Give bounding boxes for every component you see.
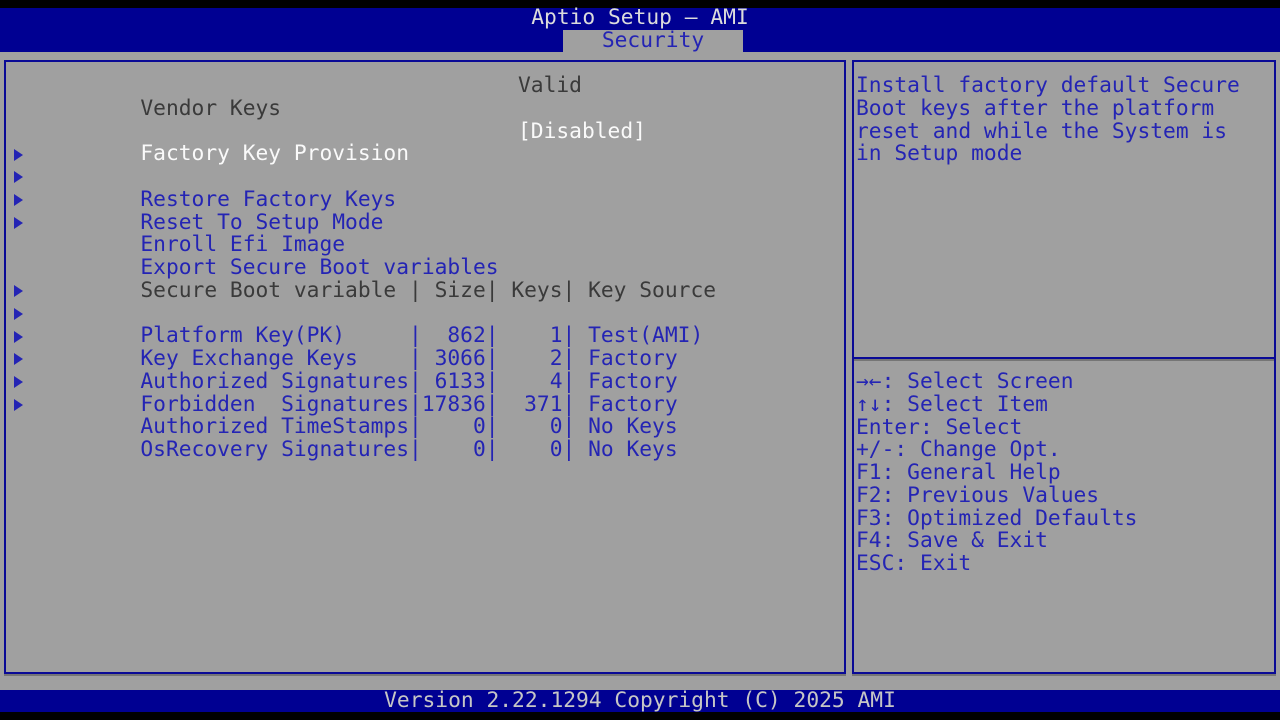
cell-variable: OsRecovery Signatures — [140, 439, 409, 462]
cell-variable: Authorized TimeStamps — [140, 416, 409, 439]
action-restore-factory-keys[interactable]: Restore Factory Keys — [6, 143, 844, 166]
hotkey-select-item: ↑↓: Select Item — [856, 394, 1272, 417]
hotkey-f1-general-help: F1: General Help — [856, 462, 1272, 485]
cell-source: No Keys — [575, 416, 677, 439]
cell-size: 0 — [422, 439, 486, 462]
help-panel-divider — [854, 357, 1274, 359]
submenu-arrow-icon — [14, 331, 23, 343]
submenu-arrow-icon — [14, 353, 23, 365]
vendor-keys-value: Valid — [518, 75, 582, 98]
cell-size: 0 — [422, 416, 486, 439]
pipe-separator: | — [409, 414, 422, 439]
table-header-row: Secure Boot variable|Size|Keys|Key Sourc… — [6, 257, 844, 280]
tab-security[interactable]: Security — [563, 30, 743, 52]
submenu-arrow-icon — [14, 217, 23, 229]
options-panel: Vendor Keys Valid Factory Key Provision … — [4, 60, 846, 674]
version-text: Version 2.22.1294 Copyright (C) 2025 AMI — [384, 688, 896, 713]
version-bar: Version 2.22.1294 Copyright (C) 2025 AMI — [0, 690, 1280, 712]
item-help-text: Install factory default Secure Boot keys… — [856, 75, 1272, 166]
submenu-arrow-icon — [14, 194, 23, 206]
submenu-arrow-icon — [14, 308, 23, 320]
blank-line — [6, 234, 844, 257]
submenu-arrow-icon — [14, 149, 23, 161]
vendor-keys-row: Vendor Keys Valid — [6, 75, 844, 98]
action-reset-to-setup-mode[interactable]: Reset To Setup Mode — [6, 166, 844, 189]
submenu-arrow-icon — [14, 171, 23, 183]
cell-keys: 0 — [499, 439, 563, 462]
action-export-secure-boot-variables[interactable]: Export Secure Boot variables — [6, 212, 844, 235]
table-row-authorized-timestamps[interactable]: Authorized TimeStamps|0|0|No Keys — [6, 371, 844, 394]
action-enroll-efi-image[interactable]: Enroll Efi Image — [6, 189, 844, 212]
bottom-black-strip — [0, 712, 1280, 720]
hotkey-change-opt: +/-: Change Opt. — [856, 439, 1272, 462]
pipe-separator: | — [563, 414, 576, 439]
table-row-platform-key[interactable]: Platform Key(PK)|862|1|Test(AMI) — [6, 280, 844, 303]
hotkey-enter-select: Enter: Select — [856, 417, 1272, 440]
hotkey-select-screen: →←: Select Screen — [856, 371, 1272, 394]
submenu-arrow-icon — [14, 399, 23, 411]
hotkey-esc-exit: ESC: Exit — [856, 553, 1272, 576]
hotkey-f2-previous-values: F2: Previous Values — [856, 485, 1272, 508]
option-factory-key-provision[interactable]: Factory Key Provision [Disabled] — [6, 121, 844, 144]
pipe-separator: | — [409, 437, 422, 462]
pipe-separator: | — [486, 437, 499, 462]
screen-background: Vendor Keys Valid Factory Key Provision … — [0, 52, 1280, 690]
table-row-osrecovery-signatures[interactable]: OsRecovery Signatures|0|0|No Keys — [6, 394, 844, 417]
options-list: Vendor Keys Valid Factory Key Provision … — [6, 75, 844, 416]
titlebar: Aptio Setup – AMI Security — [0, 8, 1280, 52]
submenu-arrow-icon — [14, 376, 23, 388]
setup-title: Aptio Setup – AMI — [0, 7, 1280, 30]
blank-line — [6, 98, 844, 121]
option-value[interactable]: [Disabled] — [518, 121, 646, 144]
cell-keys: 0 — [499, 416, 563, 439]
table-row-authorized-signatures[interactable]: Authorized Signatures|6133|4|Factory — [6, 325, 844, 348]
hotkey-legend: →←: Select Screen ↑↓: Select Item Enter:… — [856, 371, 1272, 576]
hotkey-f3-optimized-defaults: F3: Optimized Defaults — [856, 508, 1272, 531]
help-panel: Install factory default Secure Boot keys… — [852, 60, 1276, 674]
pipe-separator: | — [486, 414, 499, 439]
table-row-key-exchange-keys[interactable]: Key Exchange Keys|3066|2|Factory — [6, 303, 844, 326]
table-row-forbidden-signatures[interactable]: Forbidden Signatures|17836|371|Factory — [6, 348, 844, 371]
pipe-separator: | — [563, 437, 576, 462]
submenu-arrow-icon — [14, 285, 23, 297]
hotkey-f4-save-exit: F4: Save & Exit — [856, 530, 1272, 553]
cell-source: No Keys — [575, 439, 677, 462]
